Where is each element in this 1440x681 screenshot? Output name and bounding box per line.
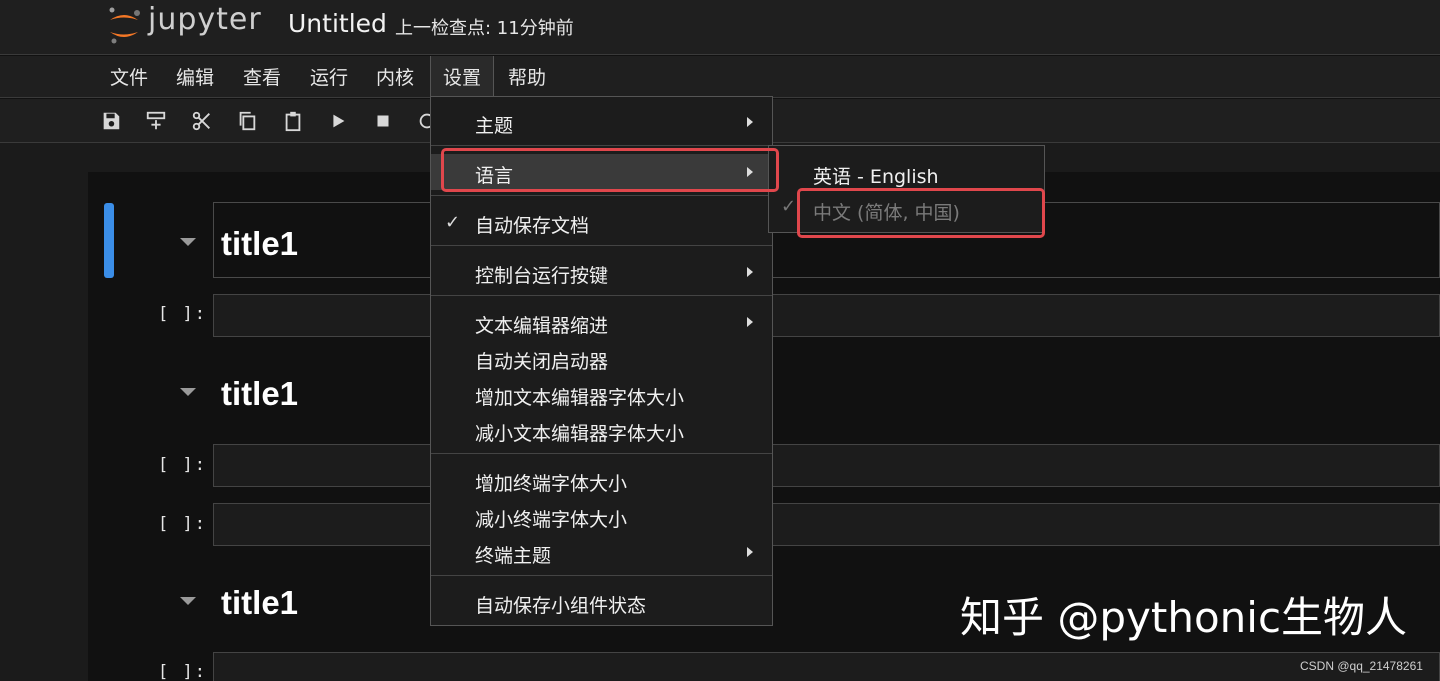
menu-item-decrease-editor-font[interactable]: 减小文本编辑器字体大小 [431,412,772,448]
menu-item-increase-editor-font[interactable]: 增加文本编辑器字体大小 [431,376,772,412]
menu-item-autosave-widget-state[interactable]: 自动保存小组件状态 [431,584,772,620]
menu-item-label: 增加文本编辑器字体大小 [475,387,685,409]
cell-heading: title1 [221,375,299,412]
cell-prompt: [ ]: [158,514,207,534]
menu-item-label: 增加终端字体大小 [475,473,628,495]
submenu-arrow-icon [747,117,753,127]
save-icon[interactable] [98,108,124,134]
cell-heading: title1 [221,584,299,621]
menu-item-label: 控制台运行按键 [475,265,609,287]
highlight-frame-chinese [797,188,1045,238]
menu-help[interactable]: 帮助 [496,56,558,98]
cell-heading: title1 [221,225,299,262]
menu-divider [431,245,772,246]
submenu-arrow-icon [747,317,753,327]
menu-item-auto-close-launcher[interactable]: 自动关闭启动器 [431,340,772,376]
checkmark-icon: ✓ [445,212,461,233]
collapse-caret-icon[interactable] [180,388,196,396]
run-icon[interactable] [325,108,351,134]
checkmark-icon: ✓ [781,196,797,217]
code-cell[interactable] [213,652,1440,681]
active-cell-indicator [104,203,114,278]
menu-run[interactable]: 运行 [298,56,360,98]
submenu-arrow-icon [747,547,753,557]
menu-item-theme[interactable]: 主题 [431,104,772,140]
code-cell[interactable] [213,503,1440,546]
highlight-frame-language [441,148,779,192]
menu-view[interactable]: 查看 [231,56,293,98]
cell-prompt: [ ]: [158,304,207,324]
paste-icon[interactable] [280,108,306,134]
menu-item-increase-terminal-font[interactable]: 增加终端字体大小 [431,462,772,498]
menu-file[interactable]: 文件 [98,56,160,98]
watermark-text: 知乎 @pythonic生物人 [960,593,1408,642]
menu-item-english[interactable]: 英语 - English [769,154,1044,190]
collapse-caret-icon[interactable] [180,597,196,605]
menu-item-label: 自动保存小组件状态 [475,595,647,617]
menu-settings[interactable]: 设置 [430,56,495,98]
menu-item-editor-indent[interactable]: 文本编辑器缩进 [431,304,772,340]
cell-prompt: [ ]: [158,662,207,681]
menu-divider [431,453,772,454]
notebook-title[interactable]: Untitled [288,9,387,38]
menu-item-label: 自动保存文档 [475,215,590,237]
jupyter-logo-icon[interactable] [104,4,144,46]
code-cell[interactable] [213,294,1440,337]
menu-kernel[interactable]: 内核 [364,56,426,98]
menu-divider [431,575,772,576]
menubar: 文件 编辑 查看 运行 内核 设置 帮助 [0,56,1440,98]
menu-divider [431,295,772,296]
menu-item-label: 终端主题 [475,545,552,567]
menu-item-autosave[interactable]: ✓ 自动保存文档 [431,204,772,240]
credit-text: CSDN @qq_21478261 [1300,659,1423,673]
cell-prompt: [ ]: [158,455,207,475]
menu-item-label: 文本编辑器缩进 [475,315,609,337]
menu-divider [431,195,772,196]
code-cell[interactable] [213,444,1440,487]
insert-cell-icon[interactable] [143,108,169,134]
copy-icon[interactable] [234,108,260,134]
app-header: jupyter Untitled 上一检查点: 11分钟前 [0,0,1440,55]
collapse-caret-icon[interactable] [180,238,196,246]
menu-item-label: 自动关闭启动器 [475,351,609,373]
menu-item-terminal-theme[interactable]: 终端主题 [431,534,772,570]
jupyter-wordmark[interactable]: jupyter [148,2,262,37]
menu-item-label: 减小终端字体大小 [475,509,628,531]
menu-item-label: 主题 [475,115,514,137]
menu-item-label: 减小文本编辑器字体大小 [475,423,685,445]
checkpoint-status: 上一检查点: 11分钟前 [395,18,574,39]
menu-item-decrease-terminal-font[interactable]: 减小终端字体大小 [431,498,772,534]
menu-item-console-run-keys[interactable]: 控制台运行按键 [431,254,772,290]
submenu-arrow-icon [747,267,753,277]
stop-icon[interactable] [370,108,396,134]
menu-divider [431,145,772,146]
menu-item-label: 英语 - English [813,166,939,188]
menu-edit[interactable]: 编辑 [164,56,226,98]
cut-icon[interactable] [189,108,215,134]
